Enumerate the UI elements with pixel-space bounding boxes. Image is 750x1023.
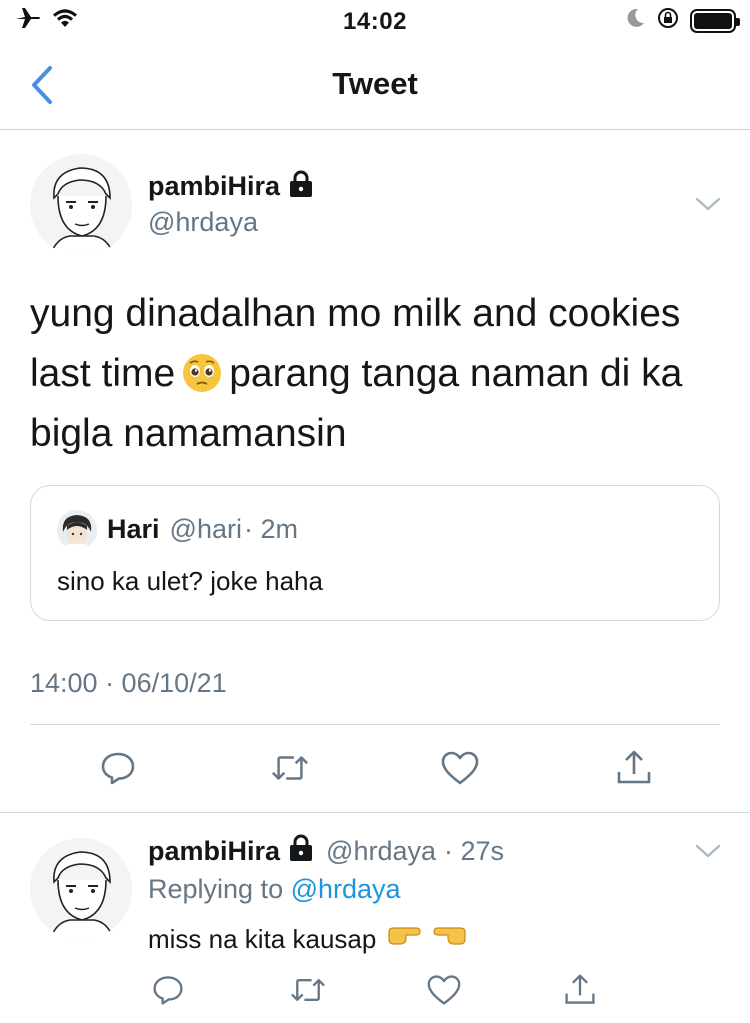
like-icon xyxy=(427,975,461,1005)
battery-icon xyxy=(690,8,740,33)
like-icon xyxy=(441,751,479,785)
reply-author-handle[interactable]: @hrdaya xyxy=(326,836,436,867)
tweet-menu-button[interactable] xyxy=(694,195,722,213)
replying-to-link[interactable]: @hrdaya xyxy=(291,874,401,904)
quoted-avatar xyxy=(57,510,97,550)
replying-label: Replying to xyxy=(148,874,284,904)
chevron-down-icon xyxy=(695,197,721,211)
divider xyxy=(30,724,720,725)
divider xyxy=(0,812,750,813)
pointing-right-emoji xyxy=(386,922,422,957)
author-handle[interactable]: @hrdaya xyxy=(148,207,258,238)
page-title: Tweet xyxy=(332,66,418,101)
reply-icon xyxy=(153,976,183,1005)
retweet-icon xyxy=(291,978,325,1002)
share-icon xyxy=(565,974,595,1004)
quoted-tweet[interactable]: Hari @hari · 2m sino ka ulet? joke haha xyxy=(30,485,720,621)
reply-text: miss na kita kausap xyxy=(148,922,468,957)
reply-icon xyxy=(101,752,135,785)
replying-to: Replying to @hrdaya xyxy=(148,874,401,905)
share-button[interactable] xyxy=(614,748,654,788)
reply-like-button[interactable] xyxy=(424,970,464,1010)
moon-icon xyxy=(624,7,646,34)
tweet-text: yung dinadalhan mo milk and cookies last… xyxy=(30,284,730,464)
nav-bar: Tweet xyxy=(0,40,750,130)
author-name[interactable]: pambiHira xyxy=(148,171,280,202)
reply-share-button[interactable] xyxy=(560,970,600,1010)
reply-reply-button[interactable] xyxy=(148,970,188,1010)
reply-text-content: miss na kita kausap xyxy=(148,924,377,954)
author-row: pambiHira xyxy=(148,170,314,203)
reply-avatar[interactable] xyxy=(30,838,132,940)
orientation-lock-icon xyxy=(656,6,680,35)
reply-menu-button[interactable] xyxy=(694,842,722,860)
retweet-button[interactable] xyxy=(270,748,310,788)
tweet-timestamp[interactable]: 14:00 · 06/10/21 xyxy=(30,668,227,699)
avatar[interactable] xyxy=(30,154,132,256)
pointing-left-emoji xyxy=(432,922,468,957)
share-icon xyxy=(617,750,651,784)
reply-time: · 27s xyxy=(444,836,505,866)
quoted-author-name: Hari xyxy=(107,514,160,544)
lock-icon xyxy=(288,834,314,869)
quoted-text: sino ka ulet? joke haha xyxy=(57,566,323,596)
reply-retweet-button[interactable] xyxy=(288,970,328,1010)
lock-icon xyxy=(288,170,314,203)
quoted-author-handle: @hari xyxy=(169,514,242,544)
status-bar: 14:02 xyxy=(0,0,750,40)
chevron-down-icon xyxy=(695,844,721,858)
reply-button[interactable] xyxy=(98,748,138,788)
retweet-icon xyxy=(271,756,309,780)
reply-header: pambiHira @hrdaya · 27s xyxy=(148,834,504,869)
pleading-face-emoji xyxy=(181,352,223,394)
like-button[interactable] xyxy=(440,748,480,788)
reply-author-name[interactable]: pambiHira xyxy=(148,836,280,867)
quoted-time: · 2m xyxy=(243,514,298,544)
quoted-header: Hari @hari · 2m xyxy=(107,514,298,545)
